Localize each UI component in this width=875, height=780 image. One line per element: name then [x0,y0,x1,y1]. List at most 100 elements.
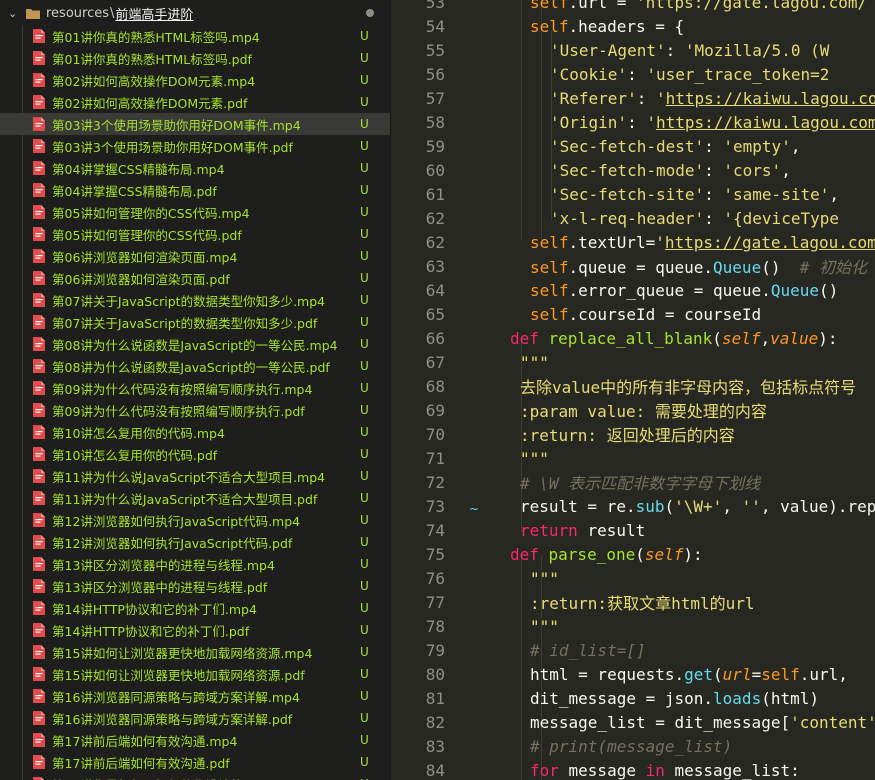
code-token: https://kaiwu.lagou.com [665,88,875,108]
git-status-badge: U [360,689,369,703]
pdf-file-icon [33,601,45,615]
code-token: value [770,328,819,348]
chevron-down-icon[interactable]: ⌄ [8,7,22,20]
code-token: url = [578,0,636,12]
file-row[interactable]: 第15讲如何让浏览器更快地加载网络资源.pdf U [0,663,390,685]
file-row[interactable]: 第01讲你真的熟悉HTML标签吗.pdf U [0,47,390,69]
file-row[interactable]: 第10讲怎么复用你的代码.mp4 U [0,421,390,443]
file-row[interactable]: 第04讲掌握CSS精髓布局.mp4 U [0,157,390,179]
code-text: 去除value中的所有非字母内容，包括标点符号 [520,374,856,398]
code-token: """ [520,352,549,372]
file-row[interactable]: 第08讲为什么说函数是JavaScript的一等公民.pdf U [0,355,390,377]
file-row[interactable]: 第16讲浏览器同源策略与跨域方案详解.pdf U [0,707,390,729]
code-text: # id_list=[] [530,641,646,660]
code-line: 57 'Referer': 'https://kaiwu.lagou.com [391,86,875,110]
code-text: 'Sec-fetch-mode': 'cors', [550,161,791,180]
file-row[interactable]: 第05讲如何管理你的CSS代码.mp4 U [0,201,390,223]
file-row[interactable]: 第05讲如何管理你的CSS代码.pdf U [0,223,390,245]
file-row[interactable]: 第15讲如何让浏览器更快地加载网络资源.mp4 U [0,641,390,663]
file-row[interactable]: 第03讲3个使用场景助你用好DOM事件.pdf U [0,135,390,157]
file-row[interactable]: 第06讲浏览器如何渲染页面.mp4 U [0,245,390,267]
code-token: 'content' [790,712,875,732]
code-line: 62 'x-l-req-header': '{deviceType [391,206,875,230]
file-name: 第13讲区分浏览器中的进程与线程.pdf [52,579,268,595]
git-status-badge: U [360,95,369,109]
code-token: """ [530,616,559,636]
folder-row[interactable]: ⌄ resources \ 前端高手进阶 [0,0,390,26]
file-row[interactable]: 第13讲区分浏览器中的进程与线程.pdf U [0,575,390,597]
code-text: """ [530,569,559,588]
code-token: ( [664,496,675,516]
code-token: : [704,160,724,180]
file-row[interactable]: 第01讲你真的熟悉HTML标签吗.mp4 U [0,25,390,47]
indent-guide [22,773,23,780]
file-name: 第05讲如何管理你的CSS代码.pdf [52,227,242,243]
pdf-file-icon [33,29,45,43]
indent-guide [22,487,23,509]
file-name: 第09讲为什么代码没有按照编写顺序执行.pdf [52,403,305,419]
file-row[interactable]: 第11讲为什么说JavaScript不适合大型项目.mp4 U [0,465,390,487]
pdf-file-icon [33,73,45,87]
code-token: = [751,664,762,684]
file-row[interactable]: 第08讲为什么说函数是JavaScript的一等公民.mp4 U [0,333,390,355]
line-number: 61 [425,184,445,204]
file-row[interactable]: 第04讲掌握CSS精髓布局.pdf U [0,179,390,201]
code-token: ): [818,328,838,348]
file-row[interactable]: 第02讲如何高效操作DOM元素.pdf U [0,91,390,113]
code-token: https://kaiwu.lagou.com [655,112,875,132]
file-row[interactable]: 第14讲HTTP协议和它的补丁们.mp4 U [0,597,390,619]
file-row[interactable]: 第17讲前后端如何有效沟通.pdf U [0,751,390,773]
file-name: 第02讲如何高效操作DOM元素.pdf [52,95,248,111]
code-token: , [790,136,801,156]
file-row[interactable]: 第11讲为什么说JavaScript不适合大型项目.pdf U [0,487,390,509]
pdf-file-icon [33,513,45,527]
file-row[interactable]: 第14讲HTTP协议和它的补丁们.pdf U [0,619,390,641]
indent-guide [22,201,23,223]
code-token: in [645,760,675,780]
pdf-file-icon [33,711,45,725]
code-line: 55 'User-Agent': 'Mozilla/5.0 (W [391,38,875,62]
code-token: 'x-l-req-header' [550,208,705,228]
code-token: self [644,544,684,564]
file-name: 第06讲浏览器如何渲染页面.mp4 [52,249,238,265]
file-row[interactable]: 第16讲浏览器同源策略与跨域方案详解.mp4 U [0,685,390,707]
file-row[interactable]: 第09讲为什么代码没有按照编写顺序执行.mp4 U [0,377,390,399]
code-text: 'Origin': 'https://kaiwu.lagou.com [550,113,875,132]
code-token: : [636,88,656,108]
code-token: .url, [799,664,848,684]
pdf-file-icon [33,381,45,395]
file-row[interactable]: 第06讲浏览器如何渲染页面.pdf U [0,267,390,289]
code-token: url [722,664,752,684]
file-row[interactable]: 第07讲关于JavaScript的数据类型你知多少.pdf U [0,311,390,333]
file-row[interactable]: 第03讲3个使用场景助你用好DOM事件.mp4 U [0,113,390,135]
file-name: 第15讲如何让浏览器更快地加载网络资源.pdf [52,667,305,683]
line-number: 74 [425,520,445,540]
pdf-file-icon [33,645,45,659]
subfolder-label[interactable]: 前端高手进阶 [115,4,193,23]
file-row[interactable]: 第09讲为什么代码没有按照编写顺序执行.pdf U [0,399,390,421]
pdf-file-icon [33,667,45,681]
code-text: message_list = dit_message['content' [530,713,875,732]
code-editor[interactable]: ~ 53 self.url = 'https://gate.lagou.com/5… [391,0,875,780]
explorer-panel: ⌄ resources \ 前端高手进阶 第01讲你真的熟悉HTML标签吗.mp… [0,0,391,780]
indent-guide [22,179,23,201]
code-text: self.courseId = courseId [530,305,761,324]
code-line: 74 return result [391,518,875,542]
file-row[interactable]: 第07讲关于JavaScript的数据类型你知多少.mp4 U [0,289,390,311]
indent-guide [22,25,23,47]
file-row[interactable]: 第12讲浏览器如何执行JavaScript代码.mp4 U [0,509,390,531]
git-status-badge: U [360,645,369,659]
file-row[interactable]: 第10讲怎么复用你的代码.pdf U [0,443,390,465]
git-status-badge: U [360,381,369,395]
file-row[interactable]: 第12讲浏览器如何执行JavaScript代码.pdf U [0,531,390,553]
file-row[interactable]: 第13讲区分浏览器中的进程与线程.mp4 U [0,553,390,575]
file-name: 第11讲为什么说JavaScript不适合大型项目.mp4 [52,469,326,485]
code-token: 'cors' [723,160,782,180]
file-row[interactable]: 第18讲你是如何理解组件化设计的U [0,773,390,780]
indent-guide [22,333,23,355]
git-status-badge: U [360,117,369,131]
file-row[interactable]: 第17讲前后端如何有效沟通.mp4 U [0,729,390,751]
git-status-badge: U [360,601,369,615]
file-row[interactable]: 第02讲如何高效操作DOM元素.mp4 U [0,69,390,91]
code-text: :param value: 需要处理的内容 [520,398,767,422]
